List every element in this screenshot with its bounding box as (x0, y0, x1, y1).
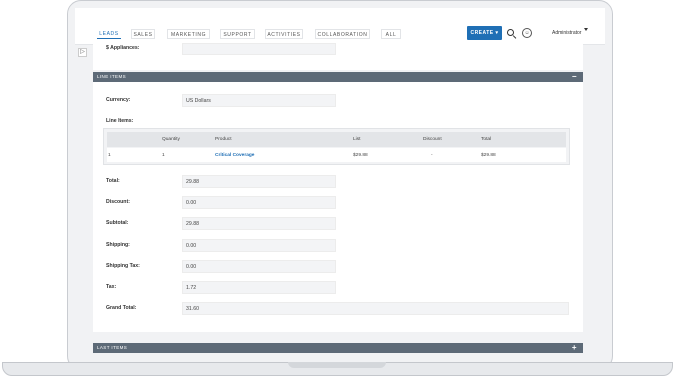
column-header-discount: Discount (423, 137, 442, 142)
tab-all[interactable]: ALL (381, 29, 401, 39)
tab-marketing[interactable]: MARKETING (167, 29, 210, 39)
appliances-label: $ Appliances: (106, 45, 140, 51)
discount-label: Discount: (106, 199, 130, 205)
tab-collaboration[interactable]: COLLABORATION (315, 29, 370, 39)
laptop-notch (288, 362, 386, 368)
collapse-icon[interactable]: − (572, 72, 577, 81)
tab-sales[interactable]: SALES (131, 29, 155, 39)
top-navigation: LEADS SALES MARKETING SUPPORT ACTIVITIES… (75, 8, 605, 45)
next-panel-header[interactable]: LAST ITEMS + (93, 343, 583, 353)
line-items-panel-title: LINE ITEMS (97, 74, 127, 79)
subtotal-label: Subtotal: (106, 220, 129, 226)
row-quantity: 1 (162, 153, 165, 158)
sidebar-toggle-icon[interactable]: ▷ (78, 48, 87, 57)
grand-total-field[interactable]: 31.60 (182, 302, 569, 315)
shipping-field[interactable]: 0.00 (182, 239, 336, 252)
row-total: $29.88 (481, 153, 496, 158)
total-field[interactable]: 29.88 (182, 175, 336, 188)
user-menu-caret-icon[interactable] (584, 28, 588, 31)
column-header-total: Total (481, 137, 492, 142)
row-list-price: $29.88 (353, 153, 368, 158)
expand-icon[interactable]: + (572, 343, 577, 352)
line-items-panel-body (93, 82, 583, 332)
grand-total-label: Grand Total: (106, 305, 137, 311)
tab-support[interactable]: SUPPORT (220, 29, 255, 39)
app-screen: LEADS SALES MARKETING SUPPORT ACTIVITIES… (75, 8, 605, 360)
create-button[interactable]: CREATE ▾ (467, 26, 502, 40)
row-product-link[interactable]: Critical Coverage (215, 153, 254, 158)
tab-activities[interactable]: ACTIVITIES (265, 29, 303, 39)
column-header-quantity: Quantity (162, 137, 180, 142)
tax-field[interactable]: 1.72 (182, 281, 336, 294)
line-items-panel-header[interactable]: LINE ITEMS − (93, 72, 583, 82)
user-avatar-icon[interactable]: ☺ (522, 28, 532, 38)
row-number: 1 (108, 153, 111, 158)
subtotal-field[interactable]: 29.88 (182, 217, 336, 230)
shipping-label: Shipping: (106, 242, 130, 248)
column-header-product: Product (215, 137, 232, 142)
total-label: Total: (106, 178, 120, 184)
line-items-label: Line Items: (106, 118, 134, 124)
shipping-tax-field[interactable]: 0.00 (182, 260, 336, 273)
chevron-down-icon: ▾ (495, 30, 499, 36)
appliances-field[interactable] (182, 43, 336, 55)
search-icon[interactable] (507, 29, 514, 36)
previous-panel (93, 44, 583, 70)
column-header-list: List (353, 137, 361, 142)
currency-field[interactable]: US Dollars (182, 94, 336, 107)
row-discount: - (431, 153, 433, 158)
currency-label: Currency: (106, 97, 131, 103)
table-row[interactable] (107, 148, 566, 162)
shipping-tax-label: Shipping Tax: (106, 263, 140, 269)
user-menu-label[interactable]: Administrator (552, 30, 581, 36)
tab-leads[interactable]: LEADS (97, 29, 121, 39)
tax-label: Tax: (106, 284, 117, 290)
discount-field[interactable]: 0.00 (182, 196, 336, 209)
next-panel-title: LAST ITEMS (97, 345, 128, 350)
create-button-label: CREATE (470, 30, 494, 36)
